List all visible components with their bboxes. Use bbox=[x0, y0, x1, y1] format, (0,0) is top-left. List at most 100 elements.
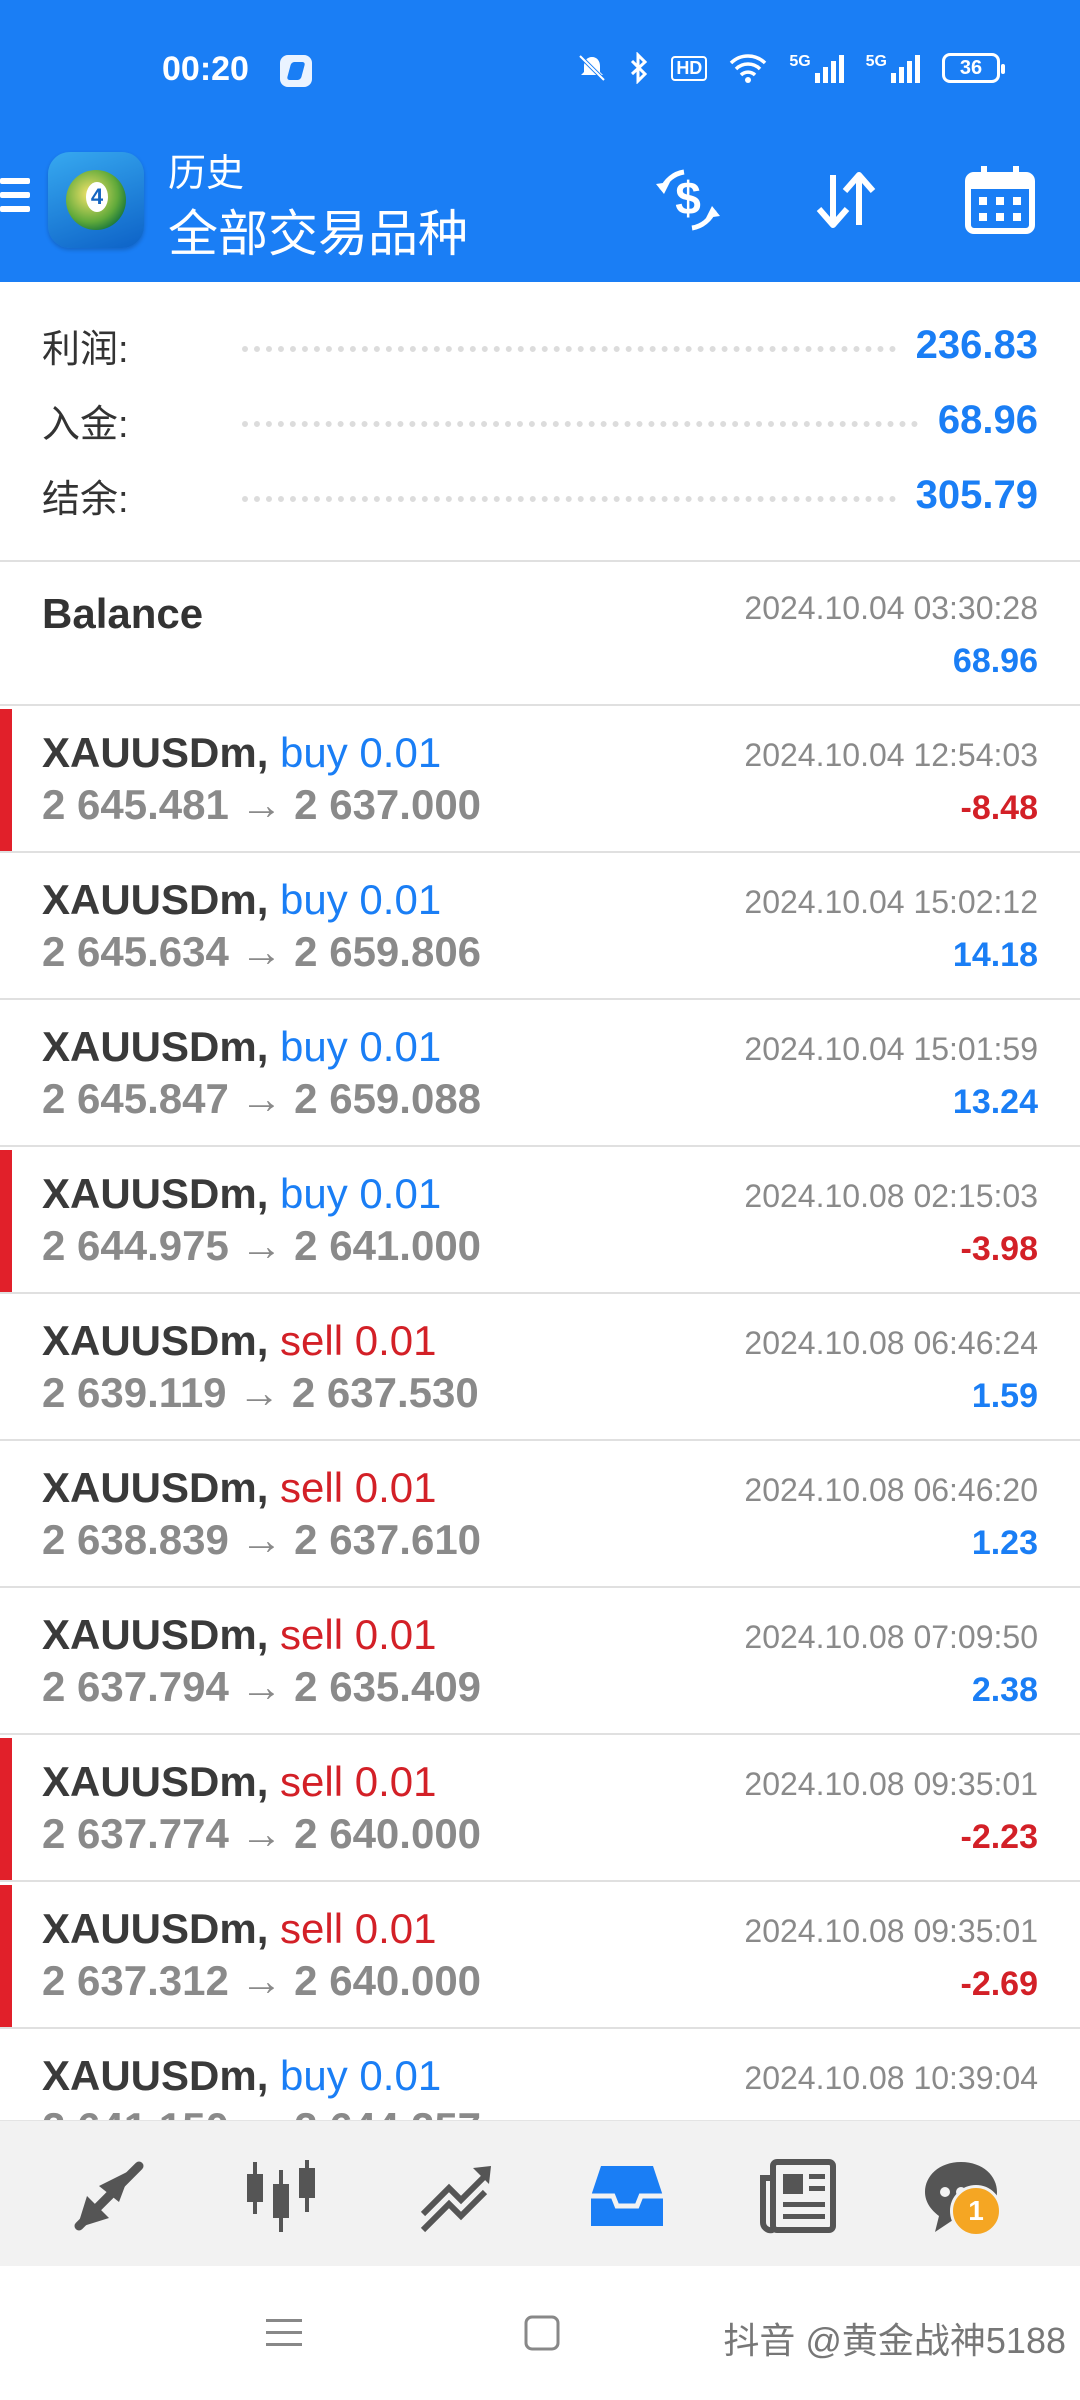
trade-symbol: XAUUSDm, bbox=[42, 1905, 269, 1952]
trade-time: 2024.10.08 09:35:01 bbox=[744, 1913, 1038, 1949]
balance-entry-time: 2024.10.04 03:30:28 bbox=[744, 590, 1038, 626]
trade-time: 2024.10.04 12:54:03 bbox=[744, 737, 1038, 773]
trade-row[interactable]: XAUUSDm, buy 0.01 2 645.634 → 2 659.806 … bbox=[0, 856, 1080, 1000]
balance-entry-title: Balance bbox=[42, 590, 204, 637]
trade-prices: 2 644.975 → 2 641.000 bbox=[42, 1222, 482, 1269]
trade-row[interactable]: XAUUSDm, sell 0.01 2 639.119 → 2 637.530… bbox=[0, 1297, 1080, 1441]
trade-time: 2024.10.04 15:02:12 bbox=[744, 884, 1038, 920]
menu-icon[interactable] bbox=[0, 178, 30, 220]
trade-header: XAUUSDm, sell 0.01 bbox=[42, 1317, 436, 1365]
app-bar: 00:20 HD 5G 5G 36 历史 全部交易品种 $ bbox=[0, 0, 1080, 282]
trade-header: XAUUSDm, sell 0.01 bbox=[42, 1758, 436, 1806]
status-icons: HD 5G 5G 36 bbox=[577, 52, 1005, 84]
trade-prices: 2 637.312 → 2 640.000 bbox=[42, 1957, 482, 2004]
history-icon[interactable] bbox=[582, 2151, 672, 2241]
trade-symbol: XAUUSDm, bbox=[42, 2052, 269, 2099]
trade-action: sell 0.01 bbox=[280, 1611, 437, 1658]
trade-row[interactable]: XAUUSDm, sell 0.01 2 637.794 → 2 635.409… bbox=[0, 1591, 1080, 1735]
balance-entry-amount: 68.96 bbox=[952, 642, 1038, 680]
signal-icon-2: 5G bbox=[866, 53, 920, 83]
sort-icon[interactable] bbox=[806, 160, 886, 240]
trade-action: sell 0.01 bbox=[280, 1905, 437, 1952]
trade-row[interactable]: XAUUSDm, buy 0.01 2 641.150 → 2 644.257 … bbox=[0, 2032, 1080, 2120]
summary-row-balance: 结余: 305.79 bbox=[42, 458, 1038, 532]
trade-header: XAUUSDm, buy 0.01 bbox=[42, 1170, 441, 1218]
summary-row-profit: 利润: 236.83 bbox=[42, 308, 1038, 382]
hd-icon: HD bbox=[671, 55, 708, 81]
trade-row[interactable]: XAUUSDm, buy 0.01 2 645.847 → 2 659.088 … bbox=[0, 1003, 1080, 1147]
news-icon[interactable] bbox=[754, 2151, 844, 2241]
trade-row[interactable]: XAUUSDm, sell 0.01 2 638.839 → 2 637.610… bbox=[0, 1444, 1080, 1588]
header-title[interactable]: 全部交易品种 bbox=[168, 194, 468, 266]
calendar-icon[interactable] bbox=[960, 160, 1040, 240]
trade-prices: 2 645.847 → 2 659.088 bbox=[42, 1075, 482, 1122]
trade-prices: 2 639.119 → 2 637.530 bbox=[42, 1369, 479, 1416]
trade-symbol: XAUUSDm, bbox=[42, 1758, 269, 1805]
trade-row[interactable]: XAUUSDm, sell 0.01 2 637.774 → 2 640.000… bbox=[0, 1738, 1080, 1882]
status-time: 00:20 bbox=[162, 50, 249, 88]
trade-header: XAUUSDm, sell 0.01 bbox=[42, 1611, 436, 1659]
trade-symbol: XAUUSDm, bbox=[42, 876, 269, 923]
summary-panel: 利润: 236.83 入金: 68.96 结余: 305.79 bbox=[0, 282, 1080, 560]
mute-icon bbox=[577, 53, 607, 83]
trade-row[interactable]: XAUUSDm, buy 0.01 2 645.481 → 2 637.000 … bbox=[0, 709, 1080, 853]
mt4-logo bbox=[48, 152, 144, 248]
trade-action: buy 0.01 bbox=[280, 876, 442, 923]
battery-icon: 36 bbox=[942, 53, 1005, 83]
chat-icon[interactable]: 1 bbox=[916, 2151, 1006, 2241]
quotes-icon[interactable] bbox=[64, 2151, 154, 2241]
trade-action: buy 0.01 bbox=[280, 1023, 442, 1070]
trade-prices: 2 645.634 → 2 659.806 bbox=[42, 928, 482, 975]
dotted-leader bbox=[242, 496, 896, 502]
trade-profit: -2.69 bbox=[960, 1965, 1039, 2003]
svg-text:$: $ bbox=[675, 172, 701, 224]
trade-time: 2024.10.08 07:09:50 bbox=[744, 1619, 1038, 1655]
home-button[interactable] bbox=[512, 2308, 572, 2358]
balance-value: 305.79 bbox=[915, 472, 1038, 517]
trade-prices: 2 637.774 → 2 640.000 bbox=[42, 1810, 482, 1857]
trade-action: sell 0.01 bbox=[280, 1464, 437, 1511]
trade-symbol: XAUUSDm, bbox=[42, 1023, 269, 1070]
trade-profit: 14.18 bbox=[952, 936, 1038, 974]
chart-icon[interactable] bbox=[236, 2151, 326, 2241]
trade-header: XAUUSDm, sell 0.01 bbox=[42, 1905, 436, 1953]
notification-app-icon bbox=[280, 55, 312, 87]
trade-time: 2024.10.08 06:46:20 bbox=[744, 1472, 1038, 1508]
trade-time: 2024.10.08 02:15:03 bbox=[744, 1178, 1038, 1214]
trade-header: XAUUSDm, buy 0.01 bbox=[42, 1023, 441, 1071]
trade-action: buy 0.01 bbox=[280, 729, 442, 776]
profit-value: 236.83 bbox=[915, 322, 1038, 367]
balance-entry[interactable]: Balance 2024.10.04 03:30:28 68.96 bbox=[0, 562, 1080, 706]
system-nav-bar: 抖音 @黄金战神5188 bbox=[0, 2266, 1080, 2400]
trade-action: buy 0.01 bbox=[280, 2052, 442, 2099]
profit-label: 利润: bbox=[42, 328, 129, 371]
trade-symbol: XAUUSDm, bbox=[42, 1170, 269, 1217]
trade-symbol: XAUUSDm, bbox=[42, 1464, 269, 1511]
loss-flag bbox=[0, 1738, 12, 1880]
trade-time: 2024.10.08 09:35:01 bbox=[744, 1766, 1038, 1802]
trade-symbol: XAUUSDm, bbox=[42, 729, 269, 776]
trade-action: sell 0.01 bbox=[280, 1758, 437, 1805]
watermark: 抖音 @黄金战神5188 bbox=[723, 2320, 1066, 2361]
trade-row[interactable]: XAUUSDm, sell 0.01 2 637.312 → 2 640.000… bbox=[0, 1885, 1080, 2029]
wifi-icon bbox=[729, 53, 767, 83]
deposit-value: 68.96 bbox=[937, 397, 1038, 442]
currency-exchange-icon[interactable]: $ bbox=[648, 160, 728, 240]
loss-flag bbox=[0, 709, 12, 851]
loss-flag bbox=[0, 1885, 12, 2027]
trade-row[interactable]: XAUUSDm, buy 0.01 2 644.975 → 2 641.000 … bbox=[0, 1150, 1080, 1294]
chat-badge: 1 bbox=[950, 2185, 1002, 2237]
trade-header: XAUUSDm, buy 0.01 bbox=[42, 876, 441, 924]
trade-time: 2024.10.08 10:39:04 bbox=[744, 2060, 1038, 2096]
signal-icon-1: 5G bbox=[789, 53, 844, 83]
trade-prices: 2 641.150 → 2 644.257 bbox=[42, 2104, 481, 2120]
recents-button[interactable] bbox=[254, 2308, 314, 2358]
trade-profit: -8.48 bbox=[960, 789, 1039, 827]
trade-icon[interactable] bbox=[410, 2151, 500, 2241]
trade-header: XAUUSDm, sell 0.01 bbox=[42, 1464, 436, 1512]
deposit-label: 入金: bbox=[42, 403, 129, 446]
header-subtitle: 历史 bbox=[168, 153, 245, 195]
trade-time: 2024.10.04 15:01:59 bbox=[744, 1031, 1038, 1067]
trade-prices: 2 637.794 → 2 635.409 bbox=[42, 1663, 482, 1710]
trade-profit: -3.98 bbox=[960, 1230, 1039, 1268]
